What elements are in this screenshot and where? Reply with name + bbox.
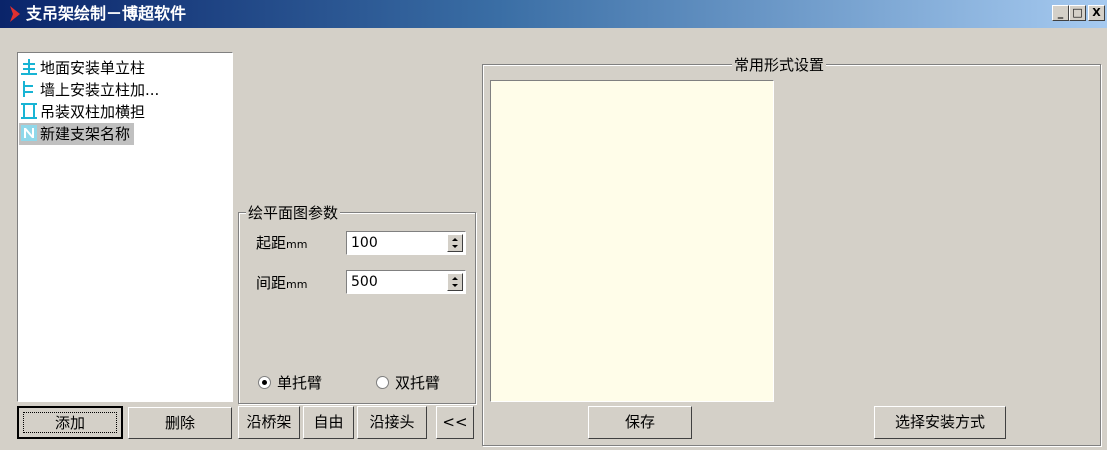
along-tray-button[interactable]: 沿桥架 <box>238 406 300 439</box>
save-button-label: 保存 <box>624 413 655 431</box>
start-distance-value: 100 <box>351 235 378 251</box>
along-joint-label: 沿接头 <box>369 413 415 431</box>
close-icon: X <box>1092 6 1101 19</box>
app-icon <box>10 6 20 22</box>
minimize-button[interactable]: _ <box>1052 5 1069 21</box>
list-item-label: 地面安装单立柱 <box>40 59 146 77</box>
list-item-label: 墙上安装立柱加... <box>40 81 160 99</box>
wall-column-icon <box>23 81 33 97</box>
double-arm-radio[interactable]: 双托臂 <box>376 373 440 393</box>
save-button[interactable]: 保存 <box>588 406 692 439</box>
select-install-method-button[interactable]: 选择安装方式 <box>874 406 1006 439</box>
add-button-label: 添加 <box>54 414 85 432</box>
floor-column-icon <box>21 59 37 75</box>
select-install-label: 选择安装方式 <box>894 413 985 431</box>
collapse-icon: << <box>442 413 468 431</box>
single-arm-label: 单托臂 <box>277 374 323 392</box>
list-item-label: 吊装双柱加横担 <box>40 103 146 121</box>
spacing-text: 间距 <box>256 274 287 292</box>
start-distance-label: 起距mm <box>256 233 307 255</box>
spacing-spinbox[interactable]: 500 <box>346 270 466 294</box>
add-button[interactable]: 添加 <box>17 406 123 439</box>
window-title: 支吊架绘制－博超软件 <box>26 4 187 23</box>
spacing-value: 500 <box>351 274 378 290</box>
free-button[interactable]: 自由 <box>303 406 354 439</box>
radio-unchecked-icon <box>376 376 389 389</box>
delete-button-label: 删除 <box>164 414 195 432</box>
list-item-label: 新建支架名称 <box>40 125 131 143</box>
plan-params-group-label: 绘平面图参数 <box>246 204 341 222</box>
start-distance-unit: mm <box>286 238 308 251</box>
along-tray-label: 沿桥架 <box>246 413 292 431</box>
maximize-icon: □ <box>1072 6 1083 19</box>
spin-arrows-icon[interactable] <box>447 234 463 252</box>
spacing-label: 间距mm <box>256 273 307 295</box>
single-arm-radio[interactable]: 单托臂 <box>258 373 322 393</box>
spin-arrows-icon[interactable] <box>447 273 463 291</box>
double-arm-label: 双托臂 <box>395 374 441 392</box>
start-distance-text: 起距 <box>256 234 287 252</box>
list-item-hanger-double[interactable]: 吊装双柱加横担 <box>21 101 145 123</box>
hanger-double-column-icon <box>21 103 37 119</box>
new-support-icon <box>21 125 37 141</box>
list-item-wall-column[interactable]: 墙上安装立柱加... <box>21 79 159 101</box>
maximize-button[interactable]: □ <box>1069 5 1086 21</box>
support-hanger-window: 支吊架绘制－博超软件 _ □ X 地面安装单立柱 墙上安装立柱加... 吊装双柱… <box>0 0 1107 450</box>
spacing-unit: mm <box>286 278 308 291</box>
title-bar[interactable]: 支吊架绘制－博超软件 _ □ X <box>0 0 1107 28</box>
close-button[interactable]: X <box>1088 5 1105 21</box>
list-item-floor-column[interactable]: 地面安装单立柱 <box>21 57 145 79</box>
support-type-list[interactable]: 地面安装单立柱 墙上安装立柱加... 吊装双柱加横担 新建支架名称 <box>17 52 233 402</box>
collapse-button[interactable]: << <box>436 406 474 439</box>
list-item-new-support[interactable]: 新建支架名称 <box>19 123 135 145</box>
start-distance-spinbox[interactable]: 100 <box>346 231 466 255</box>
free-label: 自由 <box>313 413 344 431</box>
delete-button[interactable]: 删除 <box>128 407 232 439</box>
along-joint-button[interactable]: 沿接头 <box>357 406 427 439</box>
radio-checked-icon <box>258 376 271 389</box>
preview-canvas <box>490 80 774 402</box>
minimize-icon: _ <box>1057 6 1064 19</box>
common-form-group-label: 常用形式设置 <box>732 56 827 74</box>
